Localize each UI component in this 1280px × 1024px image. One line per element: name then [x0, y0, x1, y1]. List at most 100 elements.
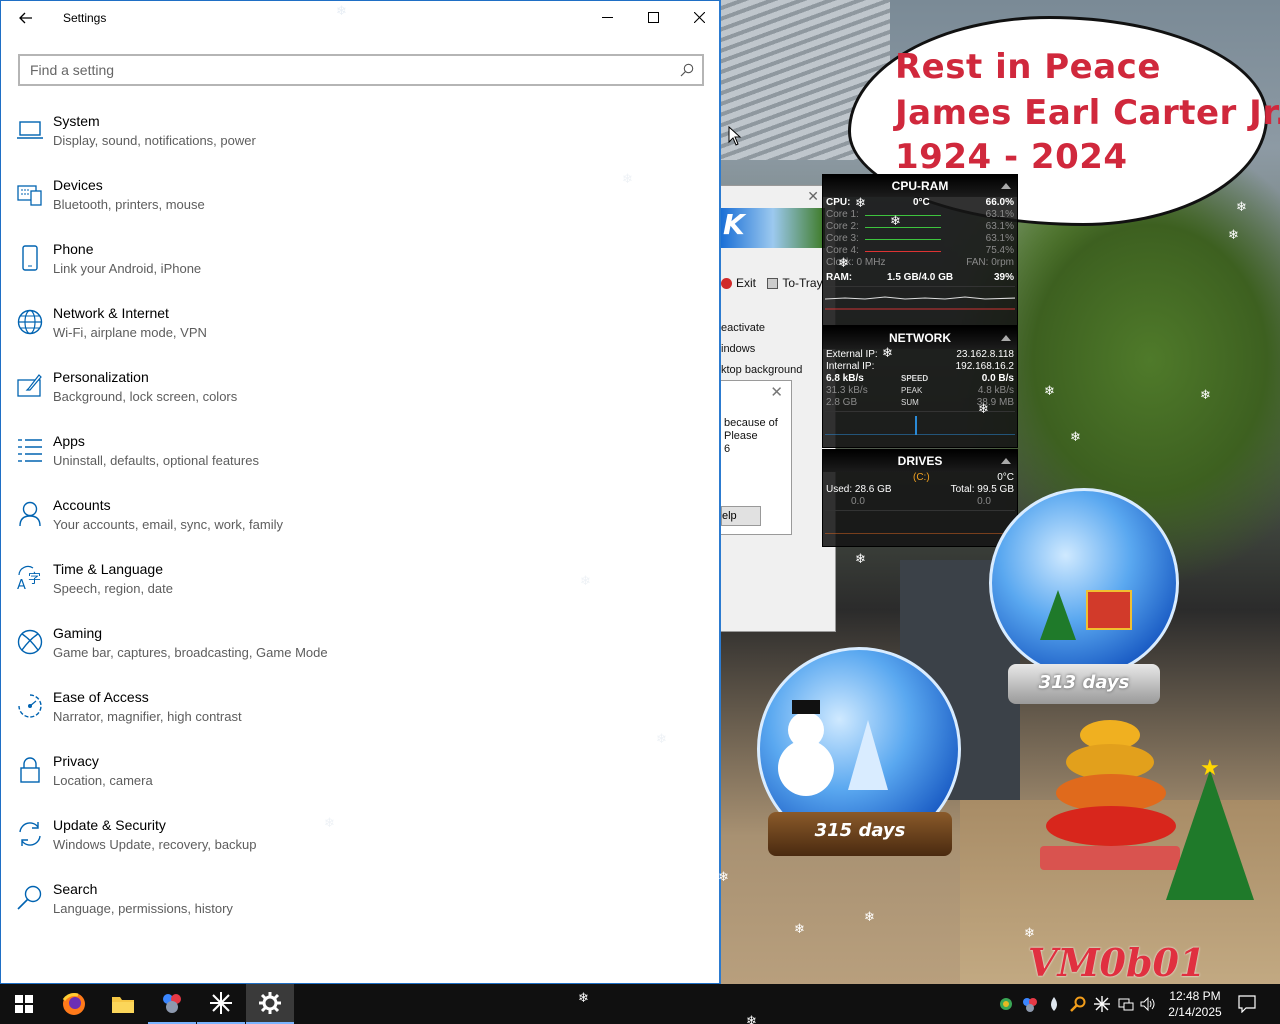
settings-window[interactable]: Settings System Display, sound, notifica…: [0, 0, 721, 984]
category-gaming[interactable]: Gaming Game bar, captures, broadcasting,…: [11, 625, 691, 681]
spiral-base: [1040, 846, 1180, 870]
dialog-text: because of: [724, 417, 778, 429]
category-system[interactable]: System Display, sound, notifications, po…: [11, 113, 691, 169]
collapse-icon[interactable]: [1001, 458, 1011, 464]
watermark-text: VM0b01: [1028, 940, 1206, 984]
snowflake-icon: ❄: [1044, 383, 1055, 398]
category-description: Wi-Fi, airplane mode, VPN: [53, 325, 207, 340]
search-input[interactable]: [30, 62, 650, 78]
tray-people-icon[interactable]: [1022, 996, 1038, 1012]
collapse-icon[interactable]: [1001, 335, 1011, 341]
snowflake-icon: ❄: [864, 909, 875, 924]
taskbar-settings[interactable]: [246, 984, 294, 1024]
gear-icon: [259, 992, 281, 1014]
drives-gadget[interactable]: DRIVES (C:) 0°C Used: 28.6 GB Total: 99.5 …: [822, 449, 1018, 547]
network-icon[interactable]: [1118, 996, 1134, 1012]
laptop-icon: [17, 117, 43, 143]
collapse-icon[interactable]: [1001, 183, 1011, 189]
core-bar: [865, 239, 941, 240]
category-description: Background, lock screen, colors: [53, 389, 238, 404]
network-gadget[interactable]: NETWORK External IP: 23.162.8.118 Interna…: [822, 326, 1018, 448]
tray-icon: [767, 278, 779, 290]
close-icon[interactable]: ✕: [807, 188, 819, 205]
category-description: Your accounts, email, sync, work, family: [53, 517, 283, 532]
keyboard-icon: [17, 181, 43, 207]
back-button[interactable]: [11, 6, 41, 30]
category-description: Location, camera: [53, 773, 153, 788]
close-icon[interactable]: ✕: [770, 383, 783, 401]
search-box[interactable]: [18, 54, 704, 86]
category-search[interactable]: Search Language, permissions, history: [11, 881, 691, 937]
cpu-ram-gadget[interactable]: CPU-RAM CPU: 0°C 66.0% Core 1: 63.1% Core 2…: [822, 174, 1018, 326]
tray-search-icon[interactable]: [1070, 996, 1086, 1012]
category-name: Update & Security: [53, 817, 166, 833]
apps-list-icon: [17, 437, 43, 463]
cloud-line-1: Rest in Peace: [895, 47, 1161, 87]
category-devices[interactable]: Devices Bluetooth, printers, mouse: [11, 177, 691, 233]
tray-snowflake-icon[interactable]: [1094, 996, 1110, 1012]
to-tray-button[interactable]: To-Tray: [767, 276, 823, 290]
ram-graph-line: [825, 296, 1015, 310]
background-dialog[interactable]: ✕ because of Please 6 elp: [720, 380, 792, 535]
category-description: Speech, region, date: [53, 581, 173, 596]
search-icon[interactable]: [680, 63, 694, 77]
minimize-button[interactable]: [584, 1, 630, 33]
snowflake-app-icon: [210, 992, 232, 1014]
dialog-text: 6: [724, 443, 731, 455]
search-icon: [17, 885, 43, 911]
category-personalization[interactable]: Personalization Background, lock screen,…: [11, 369, 691, 425]
taskbar-app-snowflake[interactable]: [197, 984, 245, 1024]
start-button[interactable]: [0, 984, 48, 1024]
category-name: Search: [53, 881, 98, 897]
snowflake-icon: ❄: [978, 401, 989, 416]
category-name: Ease of Access: [53, 689, 149, 705]
taskbar[interactable]: 12:48 PM 2/14/2025: [0, 984, 1280, 1024]
category-update-security[interactable]: Update & Security Windows Update, recove…: [11, 817, 691, 873]
category-ease-of-access[interactable]: Ease of Access Narrator, magnifier, high…: [11, 689, 691, 745]
mouse-cursor-icon: [728, 126, 742, 146]
snowflake-icon: ❄: [656, 731, 667, 746]
category-name: Network & Internet: [53, 305, 169, 321]
close-button[interactable]: [676, 1, 722, 33]
volume-icon[interactable]: [1140, 996, 1156, 1012]
taskbar-firefox[interactable]: [50, 984, 98, 1024]
title-bar[interactable]: Settings: [1, 1, 719, 35]
category-description: Narrator, magnifier, high contrast: [53, 709, 242, 724]
snowflake-icon: ❄: [890, 213, 901, 228]
globe-base-left: 315 days: [768, 812, 952, 856]
sync-icon: [17, 821, 43, 847]
category-network[interactable]: Network & Internet Wi-Fi, airplane mode,…: [11, 305, 691, 361]
category-description: Windows Update, recovery, backup: [53, 837, 257, 852]
category-apps[interactable]: Apps Uninstall, defaults, optional featu…: [11, 433, 691, 489]
person-icon: [17, 501, 43, 527]
tray-app-icon[interactable]: [998, 996, 1014, 1012]
globe-tree: [1040, 590, 1076, 640]
close-icon: [693, 11, 705, 23]
taskbar-app-people[interactable]: [148, 984, 196, 1024]
exit-icon: [721, 278, 732, 290]
snowflake-icon: ❄: [855, 551, 866, 566]
app-text-line: eactivate: [721, 322, 766, 334]
action-center-icon[interactable]: [1238, 995, 1256, 1013]
svg-text:A: A: [17, 578, 26, 591]
folder-icon: [112, 997, 134, 1013]
category-phone[interactable]: Phone Link your Android, iPhone: [11, 241, 691, 297]
gift-box-image: [1086, 590, 1132, 630]
category-privacy[interactable]: Privacy Location, camera: [11, 753, 691, 809]
windows-logo-icon: [15, 995, 33, 1013]
exit-button[interactable]: Exit: [721, 276, 756, 290]
category-description: Game bar, captures, broadcasting, Game M…: [53, 645, 328, 660]
tray-drop-icon[interactable]: [1046, 996, 1062, 1012]
maximize-button[interactable]: [630, 1, 676, 33]
star-icon: ★: [1200, 755, 1220, 780]
category-name: Phone: [53, 241, 94, 257]
snowflake-icon: ❄: [1200, 387, 1211, 402]
snowflake-icon: ❄: [336, 3, 347, 18]
taskbar-file-explorer[interactable]: [99, 984, 147, 1024]
taskbar-clock[interactable]: 12:48 PM 2/14/2025: [1160, 988, 1230, 1020]
category-time-language[interactable]: A字 Time & Language Speech, region, date: [11, 561, 691, 617]
snowflake-icon: ❄: [746, 1013, 757, 1024]
category-accounts[interactable]: Accounts Your accounts, email, sync, wor…: [11, 497, 691, 553]
help-button[interactable]: elp: [721, 506, 761, 526]
globe-icon: [17, 309, 43, 335]
